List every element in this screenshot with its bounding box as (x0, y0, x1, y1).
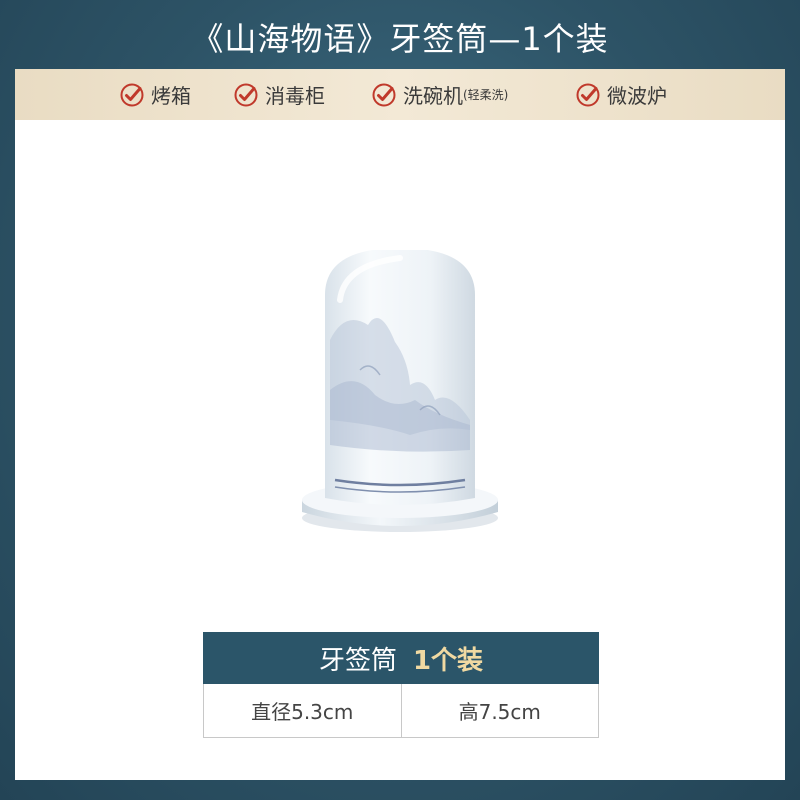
feature-sterilizer: 消毒柜 (233, 69, 325, 120)
page-title: 《山海物语》牙签筒—1个装 (191, 20, 609, 58)
check-circle-icon (372, 83, 396, 106)
spec-product-name: 牙签筒 (318, 645, 397, 676)
check-circle-icon (234, 83, 258, 106)
feature-label: 微波炉 (607, 84, 667, 108)
feature-microwave: 微波炉 (575, 69, 667, 120)
feature-dishwasher: 洗碗机 (轻柔洗) (371, 69, 508, 120)
toothpick-holder-image (302, 250, 498, 532)
spec-quantity: 1个装 (412, 645, 484, 676)
spec-header: 牙签筒 1个装 (203, 632, 599, 684)
feature-bar: 烤箱 消毒柜 洗碗机 (轻柔洗) 微波炉 (15, 69, 785, 120)
feature-label: 烤箱 (151, 84, 191, 108)
feature-label: 洗碗机 (403, 84, 463, 108)
spec-table: 牙签筒 1个装 直径5.3cm 高7.5cm (203, 632, 599, 740)
feature-sublabel: (轻柔洗) (463, 88, 509, 102)
product-panel: 牙签筒 1个装 直径5.3cm 高7.5cm (15, 120, 785, 780)
feature-label: 消毒柜 (265, 84, 325, 108)
feature-oven: 烤箱 (119, 69, 191, 120)
check-circle-icon (576, 83, 600, 106)
spec-diameter: 直径5.3cm (251, 700, 354, 724)
spec-height: 高7.5cm (400, 684, 599, 737)
spec-row: 直径5.3cm 高7.5cm (203, 684, 599, 738)
check-circle-icon (120, 83, 144, 106)
